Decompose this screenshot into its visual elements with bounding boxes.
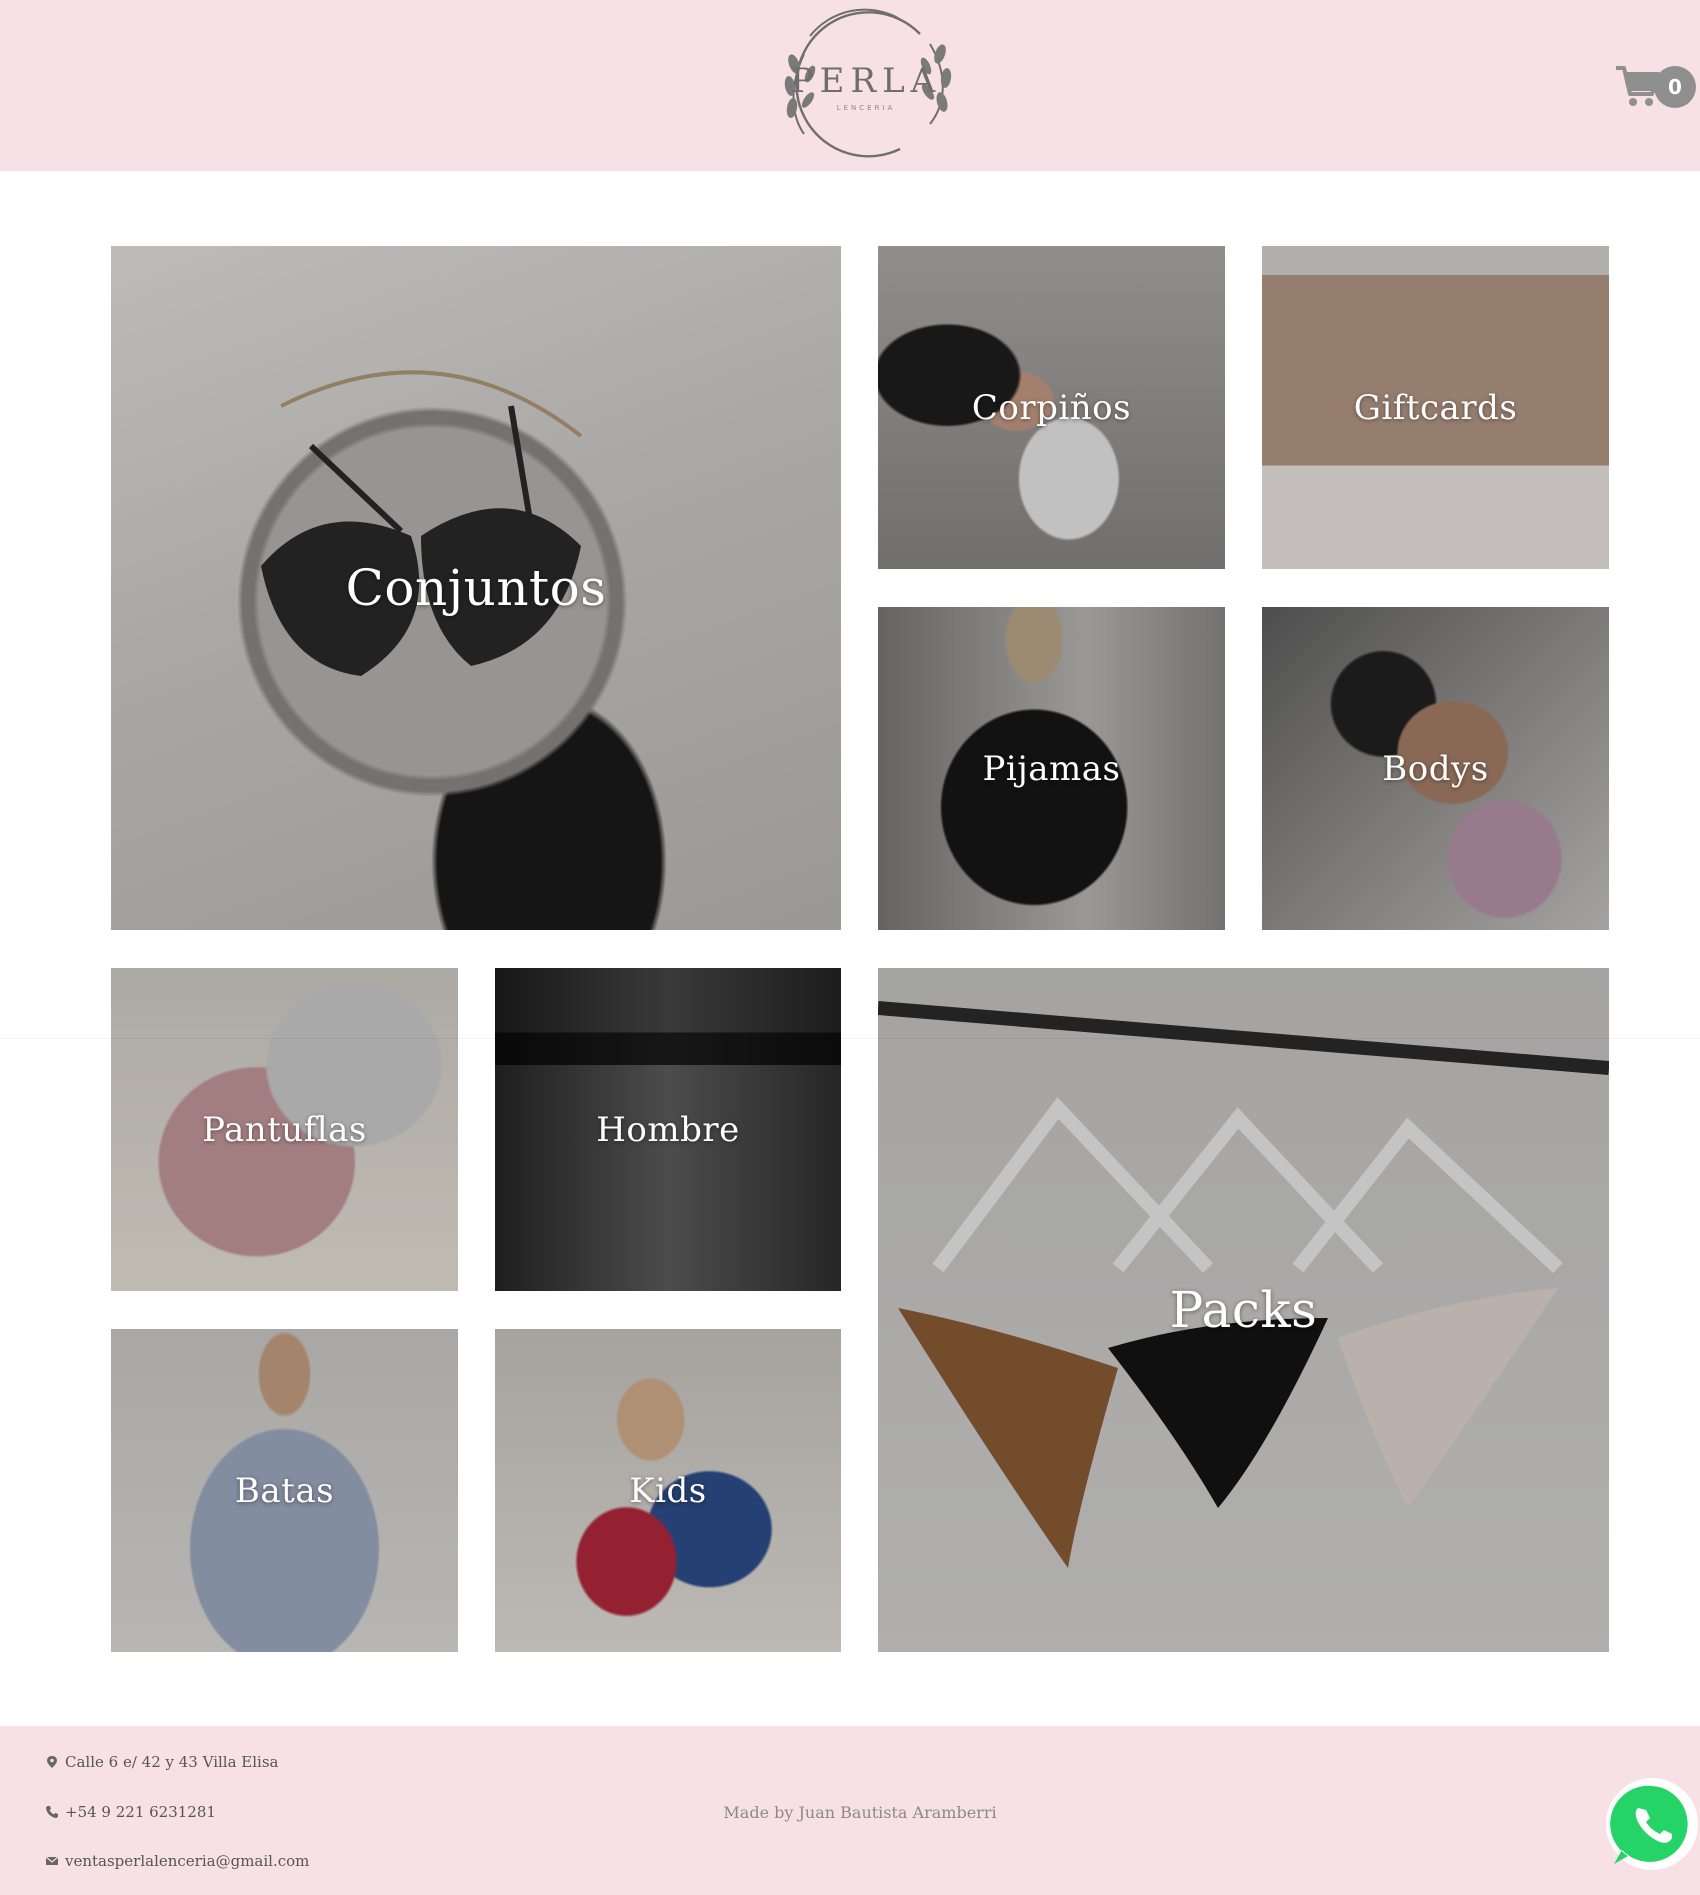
brand-logo[interactable]: PERLA LENCERIA bbox=[770, 4, 962, 170]
category-tile-packs[interactable]: Packs bbox=[878, 968, 1609, 1652]
footer-address: Calle 6 e/ 42 y 43 Villa Elisa bbox=[45, 1753, 278, 1771]
cart-count-badge: 0 bbox=[1654, 66, 1696, 108]
svg-text:PERLA: PERLA bbox=[791, 61, 941, 101]
category-tile-giftcards[interactable]: Giftcards bbox=[1262, 246, 1609, 569]
category-label: Giftcards bbox=[1353, 387, 1518, 428]
laurel-wreath-logo: PERLA LENCERIA bbox=[784, 8, 952, 158]
phone-icon bbox=[46, 1806, 58, 1818]
category-label: Bodys bbox=[1382, 748, 1489, 789]
category-label: Conjuntos bbox=[345, 559, 607, 617]
category-label: Kids bbox=[629, 1470, 707, 1511]
category-tile-pijamas[interactable]: Pijamas bbox=[878, 607, 1225, 930]
category-tile-kids[interactable]: Kids bbox=[495, 1329, 841, 1652]
map-pin-icon bbox=[47, 1756, 57, 1768]
envelope-icon bbox=[45, 1856, 59, 1865]
category-label: Hombre bbox=[596, 1109, 740, 1150]
site-header: PERLA LENCERIA 0 bbox=[0, 0, 1700, 171]
category-tile-hombre[interactable]: Hombre bbox=[495, 968, 841, 1291]
category-label: Pijamas bbox=[982, 748, 1121, 789]
svg-text:LENCERIA: LENCERIA bbox=[837, 104, 896, 112]
footer-email[interactable]: ventasperlalenceria@gmail.com bbox=[45, 1852, 309, 1870]
footer-phone[interactable]: +54 9 221 6231281 bbox=[45, 1803, 216, 1821]
whatsapp-button[interactable] bbox=[1600, 1774, 1700, 1874]
email-text: ventasperlalenceria@gmail.com bbox=[65, 1852, 310, 1870]
address-text: Calle 6 e/ 42 y 43 Villa Elisa bbox=[65, 1753, 279, 1771]
category-tile-conjuntos[interactable]: Conjuntos bbox=[111, 246, 841, 930]
category-tile-pantuflas[interactable]: Pantuflas bbox=[111, 968, 458, 1291]
phone-text: +54 9 221 6231281 bbox=[65, 1803, 216, 1821]
category-label: Pantuflas bbox=[202, 1109, 367, 1150]
category-label: Corpiños bbox=[971, 387, 1132, 428]
divider bbox=[0, 1038, 1700, 1039]
category-label: Packs bbox=[1169, 1281, 1318, 1339]
category-tile-batas[interactable]: Batas bbox=[111, 1329, 458, 1652]
category-tile-corpinos[interactable]: Corpiños bbox=[878, 246, 1225, 569]
cart-button[interactable]: 0 bbox=[1614, 64, 1698, 114]
author-credit: Made by Juan Bautista Aramberri bbox=[723, 1803, 997, 1822]
category-label: Batas bbox=[234, 1470, 335, 1511]
whatsapp-icon bbox=[1606, 1778, 1698, 1870]
category-tile-bodys[interactable]: Bodys bbox=[1262, 607, 1609, 930]
